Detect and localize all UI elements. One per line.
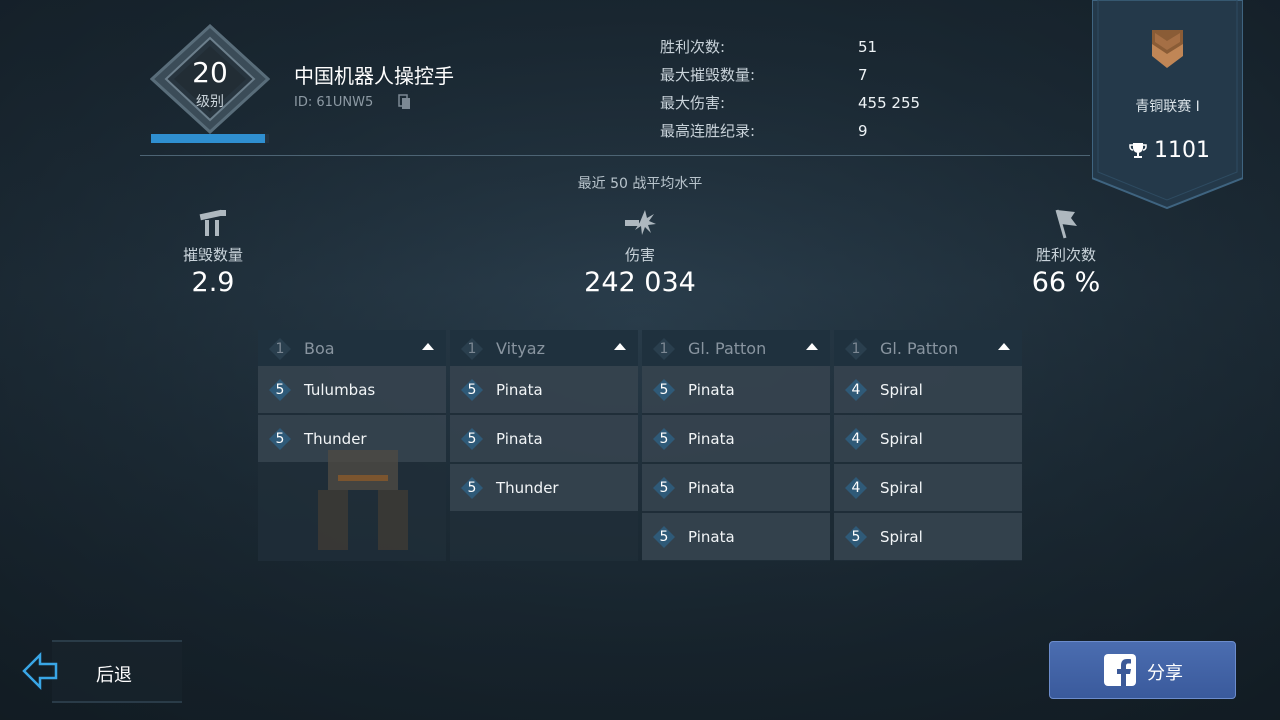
stats-values: 51 7 455 255 9 <box>858 38 920 150</box>
avg-kills-value: 2.9 <box>191 267 235 298</box>
weapon-slot: 5 Thunder <box>450 464 638 511</box>
weapon-level-badge: 5 <box>844 525 868 549</box>
share-label[interactable]: 分享 <box>1147 659 1183 685</box>
avg-kills: 摧毁数量 2.9 <box>113 206 313 298</box>
weapon-name: Spiral <box>880 528 923 546</box>
weapon-name: Spiral <box>880 381 923 399</box>
stat-label-max-damage: 最大伤害: <box>660 94 726 112</box>
robot-level-badge: 1 <box>652 337 676 361</box>
weapon-slot: 5 Pinata <box>450 366 638 413</box>
robot-card[interactable]: 1 Boa 5 Tulumbas 5 Thunder <box>258 330 446 561</box>
header-divider <box>140 155 1090 156</box>
weapon-name: Tulumbas <box>304 381 376 399</box>
avg-wins: 胜利次数 66 % <box>966 206 1166 298</box>
weapon-level-badge: 5 <box>268 427 292 451</box>
weapon-level-badge: 5 <box>460 476 484 500</box>
facebook-icon[interactable] <box>1104 654 1136 686</box>
trophy-icon <box>1129 143 1147 158</box>
weapon-level-badge: 5 <box>460 427 484 451</box>
weapon-name: Spiral <box>880 430 923 448</box>
weapon-level-badge: 5 <box>268 378 292 402</box>
weapon-slot: 5 Pinata <box>642 415 830 462</box>
weapon-level-badge: 5 <box>652 525 676 549</box>
weapon-name: Pinata <box>688 430 735 448</box>
xp-progress-bar <box>151 134 269 143</box>
weapon-name: Spiral <box>880 479 923 497</box>
weapon-name: Pinata <box>688 381 735 399</box>
avg-damage-value: 242 034 <box>584 267 696 298</box>
weapon-level-badge: 4 <box>844 476 868 500</box>
collapse-arrow-icon[interactable] <box>422 343 434 350</box>
xp-progress-fill <box>151 134 266 143</box>
weapon-level-badge: 4 <box>844 427 868 451</box>
robot-level-badge: 1 <box>460 337 484 361</box>
flag-icon <box>1055 209 1077 239</box>
stat-label-win-streak: 最高连胜纪录: <box>660 122 756 140</box>
robot-card[interactable]: 1 Gl. Patton 5 Pinata 5 Pinata 5 Pinata … <box>642 330 830 561</box>
stat-value-max-damage: 455 255 <box>858 94 921 112</box>
weapon-name: Pinata <box>496 381 543 399</box>
weapon-slot: 4 Spiral <box>834 415 1022 462</box>
weapon-slot: 5 Pinata <box>642 464 830 511</box>
recent-title: 最近 50 战平均水平 <box>577 176 703 192</box>
league-points: 1101 <box>1154 138 1210 163</box>
player-name: 中国机器人操控手 <box>294 64 454 88</box>
weapon-slot: 5 Tulumbas <box>258 366 446 413</box>
stat-label-max-kills: 最大摧毁数量: <box>660 66 756 84</box>
collapse-arrow-icon[interactable] <box>806 343 818 350</box>
weapon-name: Pinata <box>688 479 735 497</box>
avg-damage: 伤害 242 034 <box>540 206 740 298</box>
avg-kills-label: 摧毁数量 <box>182 246 243 264</box>
robot-header[interactable]: 1 Boa <box>258 330 446 366</box>
explosion-icon <box>625 210 656 235</box>
avg-wins-value: 66 % <box>1031 267 1101 298</box>
back-label[interactable]: 后退 <box>96 661 132 687</box>
share-button[interactable] <box>1049 641 1236 699</box>
avg-wins-label: 胜利次数 <box>1035 246 1096 264</box>
robot-header[interactable]: 1 Gl. Patton <box>834 330 1022 366</box>
back-arrow-icon <box>22 651 58 691</box>
robot-name: Gl. Patton <box>880 339 959 358</box>
robot-level-badge: 1 <box>268 337 292 361</box>
weapon-level-badge: 5 <box>652 378 676 402</box>
collapse-arrow-icon[interactable] <box>998 343 1010 350</box>
weapon-level-badge: 4 <box>844 378 868 402</box>
avg-damage-label: 伤害 <box>624 246 655 264</box>
robot-level-badge: 1 <box>844 337 868 361</box>
weapon-name: Thunder <box>496 479 559 497</box>
collapse-arrow-icon[interactable] <box>614 343 626 350</box>
weapon-slot: 5 Pinata <box>450 415 638 462</box>
robot-card[interactable]: 1 Vityaz 5 Pinata 5 Pinata 5 Thunder <box>450 330 638 561</box>
league-name: 青铜联赛 I <box>1135 99 1200 115</box>
robot-header[interactable]: 1 Gl. Patton <box>642 330 830 366</box>
stat-value-wins: 51 <box>858 38 878 56</box>
robot-name: Vityaz <box>496 339 545 358</box>
stats-labels: 胜利次数: 最大摧毁数量: 最大伤害: 最高连胜纪录: <box>660 38 755 150</box>
robot-card[interactable]: 1 Gl. Patton 4 Spiral 4 Spiral 4 Spiral … <box>834 330 1022 561</box>
stat-value-win-streak: 9 <box>858 122 868 140</box>
weapon-name: Pinata <box>496 430 543 448</box>
weapon-level-badge: 5 <box>460 378 484 402</box>
level-number: 20 <box>192 56 228 89</box>
level-label: 级别 <box>196 94 224 110</box>
stat-value-max-kills: 7 <box>858 66 868 84</box>
weapon-slot: 5 Pinata <box>642 366 830 413</box>
copy-icon[interactable] <box>398 94 412 110</box>
robot-image <box>318 450 408 550</box>
weapon-level-badge: 5 <box>652 476 676 500</box>
stat-label-wins: 胜利次数: <box>660 38 726 56</box>
weapon-slot: 5 Spiral <box>834 513 1022 560</box>
weapon-slot: 4 Spiral <box>834 464 1022 511</box>
player-id: ID: 61UNW5 <box>294 95 374 110</box>
robot-name: Boa <box>304 339 335 358</box>
robot-name: Gl. Patton <box>688 339 767 358</box>
destroyed-robot-icon <box>199 209 226 236</box>
weapon-name: Pinata <box>688 528 735 546</box>
weapon-slot: 5 Pinata <box>642 513 830 560</box>
weapon-level-badge: 5 <box>652 427 676 451</box>
weapon-slot: 4 Spiral <box>834 366 1022 413</box>
robot-header[interactable]: 1 Vityaz <box>450 330 638 366</box>
